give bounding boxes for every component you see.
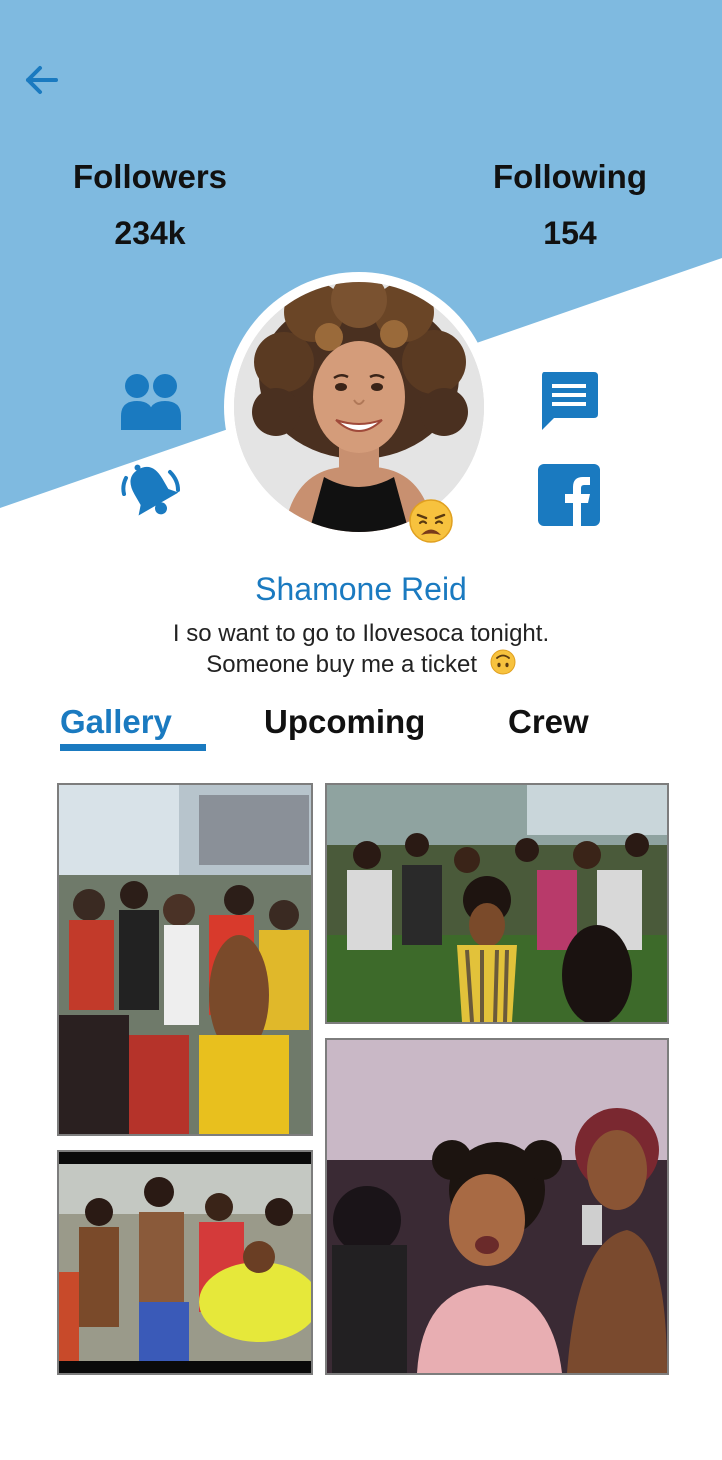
gallery-photo-2[interactable] — [325, 783, 669, 1024]
arrow-left-icon — [26, 66, 58, 94]
message-button[interactable] — [538, 370, 600, 432]
followers-count: 234k — [114, 215, 186, 251]
tab-upcoming[interactable]: Upcoming — [264, 700, 425, 744]
gallery-photo-4[interactable] — [325, 1038, 669, 1375]
outdoor-dance-photo — [327, 785, 667, 1022]
friends-button[interactable] — [120, 370, 182, 432]
facebook-icon — [538, 464, 600, 526]
notifications-button[interactable] — [118, 458, 184, 524]
gallery-photo-1[interactable] — [57, 783, 313, 1136]
gallery-photo-3[interactable] — [57, 1150, 313, 1375]
group-icon — [121, 374, 181, 430]
club-selfie-photo — [327, 1040, 667, 1373]
profile-name: Shamone Reid — [255, 571, 467, 607]
following-count: 154 — [543, 215, 597, 251]
festival-dancers-photo — [59, 1152, 311, 1373]
tab-gallery[interactable]: Gallery — [60, 700, 172, 744]
following-label: Following — [493, 158, 647, 195]
bio-line-2-wrap: Someone buy me a ticket — [0, 649, 722, 680]
following-stat[interactable]: Following 154 — [450, 155, 690, 255]
party-crowd-photo — [59, 785, 311, 1134]
avatar[interactable] — [234, 282, 484, 532]
message-icon — [542, 372, 598, 430]
weary-face-emoji — [408, 498, 454, 544]
tab-crew[interactable]: Crew — [508, 700, 589, 744]
upside-down-face-emoji — [490, 649, 516, 675]
followers-stat[interactable]: Followers 234k — [30, 155, 270, 255]
avatar-photo — [234, 282, 484, 532]
followers-label: Followers — [72, 158, 228, 195]
back-button[interactable] — [22, 60, 62, 100]
bell-icon — [121, 464, 180, 516]
bio-line-2: Someone buy me a ticket — [206, 651, 478, 678]
bio-line-1: I so want to go to Ilovesoca tonight. — [172, 620, 550, 647]
facebook-button[interactable] — [538, 464, 600, 526]
profile-bio: I so want to go to Ilovesoca tonight. So… — [0, 619, 722, 680]
active-tab-indicator — [60, 744, 206, 751]
